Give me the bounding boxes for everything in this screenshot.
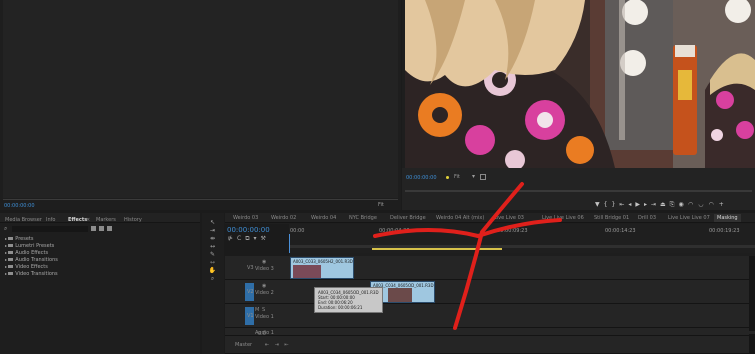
annotation-overlay bbox=[373, 182, 562, 330]
